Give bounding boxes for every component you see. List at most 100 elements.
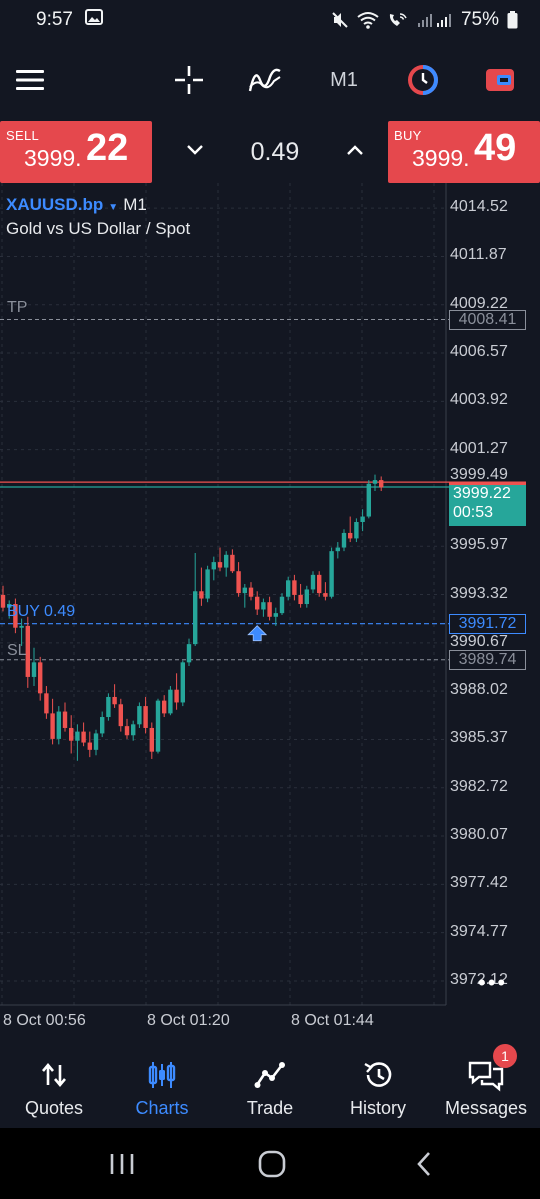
nav-quotes[interactable]: Quotes: [0, 1040, 108, 1130]
candle-body: [211, 562, 216, 570]
candle-body: [217, 562, 223, 568]
indicators-icon[interactable]: [239, 54, 291, 106]
candle-body: [155, 700, 161, 752]
timeframe-button[interactable]: M1: [318, 54, 370, 106]
candle-body: [168, 689, 173, 714]
trade-icon: [254, 1058, 286, 1092]
price-axis-label: 3988.02: [450, 681, 508, 699]
candle-body: [93, 733, 99, 750]
recent-apps-icon[interactable]: [102, 1146, 142, 1182]
candle-body: [87, 742, 92, 750]
candle-body: [44, 693, 49, 714]
candle-body: [162, 700, 167, 714]
candle-body: [0, 594, 6, 608]
trade-toggle-icon[interactable]: [474, 54, 526, 106]
candle-body: [131, 724, 136, 736]
candle-body: [81, 731, 86, 743]
battery-percent: 75%: [460, 9, 499, 30]
battery-icon: [507, 11, 518, 29]
price-axis-label: 4001.27: [450, 439, 508, 457]
home-icon[interactable]: [252, 1146, 292, 1182]
time-axis-label: 8 Oct 01:44: [291, 1012, 374, 1029]
candle-body: [279, 596, 285, 614]
candle-body: [224, 554, 229, 568]
sell-price-pips: 22: [86, 127, 129, 169]
candle-body: [230, 554, 235, 572]
buy-order-label[interactable]: BUY 0.49: [7, 603, 75, 621]
buy-entry-arrow-icon[interactable]: [247, 625, 268, 642]
lot-increase-icon[interactable]: [346, 143, 364, 161]
candle-body: [379, 480, 384, 488]
sell-price-main: 3999.: [24, 145, 82, 171]
price-chart[interactable]: XAUUSD.bp ▼ M1 Gold vs US Dollar / Spot …: [0, 183, 540, 1029]
candle-body: [62, 711, 68, 728]
system-navigation-bar: [0, 1128, 540, 1199]
price-axis-label: 3990.67: [450, 632, 508, 650]
tp-price-tag: 4008.41: [449, 309, 526, 330]
menu-icon[interactable]: [4, 54, 56, 106]
candle-body: [341, 532, 347, 548]
status-bar: 9:57 75%: [0, 0, 540, 40]
candle-body: [372, 480, 378, 484]
nav-messages[interactable]: 1 Messages: [432, 1040, 540, 1130]
candle-body: [100, 717, 105, 734]
candle-body: [193, 591, 198, 645]
history-icon: [362, 1058, 394, 1092]
nav-charts[interactable]: Charts: [108, 1040, 216, 1130]
symbol-header[interactable]: XAUUSD.bp ▼ M1: [6, 195, 147, 215]
candle-body: [112, 696, 117, 705]
lot-volume-input[interactable]: 0.49: [251, 138, 300, 167]
candle-body: [286, 580, 291, 597]
nav-messages-label: Messages: [444, 1098, 528, 1118]
one-click-trading-icon[interactable]: [397, 54, 449, 106]
symbol-description: Gold vs US Dollar / Spot: [6, 219, 191, 238]
price-axis-label: 3977.42: [450, 874, 508, 892]
candle-body: [298, 594, 303, 605]
wifi-icon: [357, 11, 379, 29]
candle-body: [118, 704, 123, 727]
buy-label: BUY: [394, 128, 422, 143]
symbol-name[interactable]: XAUUSD.bp: [6, 195, 103, 215]
price-axis-label: 3980.07: [450, 826, 508, 844]
nav-charts-label: Charts: [135, 1098, 189, 1118]
price-axis-label: 4011.87: [450, 246, 507, 264]
nav-trade[interactable]: Trade: [216, 1040, 324, 1130]
candle-body: [304, 589, 309, 605]
buy-button[interactable]: BUY 3999. 49: [388, 121, 540, 183]
buy-price-pips: 49: [474, 127, 517, 169]
candle-body: [273, 613, 278, 617]
nav-history-label: History: [349, 1098, 406, 1118]
status-time: 9:57: [36, 9, 73, 30]
buy-price-main: 3999.: [412, 145, 470, 171]
candle-body: [174, 689, 179, 703]
candle-body: [348, 532, 353, 539]
candle-body: [56, 711, 61, 739]
candle-body: [124, 726, 130, 736]
mute-icon: [331, 11, 349, 29]
candle-body: [366, 483, 371, 517]
candle-body: [137, 706, 142, 725]
back-icon[interactable]: [404, 1146, 444, 1182]
bottom-navigation: Quotes Charts Trade History 1 Messages: [0, 1040, 540, 1130]
price-axis-label: 3982.72: [450, 777, 508, 795]
candle-body: [242, 587, 247, 594]
lot-decrease-icon[interactable]: [186, 143, 204, 161]
candle-body: [329, 551, 334, 597]
candle-body: [19, 625, 24, 628]
candle-body: [31, 662, 37, 677]
candle-body: [323, 593, 328, 597]
candle-body: [292, 580, 297, 595]
bar-countdown: 00:53: [453, 504, 494, 522]
more-options-icon[interactable]: •••: [478, 970, 507, 996]
charts-icon: [147, 1058, 177, 1092]
symbol-dropdown-icon[interactable]: ▼: [108, 202, 118, 213]
crosshair-icon[interactable]: [163, 54, 215, 106]
nav-history[interactable]: History: [324, 1040, 432, 1130]
candle-body: [335, 547, 340, 552]
signal-icon: [417, 12, 453, 28]
sell-button[interactable]: SELL 3999. 22: [0, 121, 152, 183]
quotes-icon: [40, 1058, 68, 1092]
messages-badge: 1: [493, 1044, 517, 1068]
candle-body: [261, 602, 266, 610]
symbol-timeframe: M1: [123, 195, 147, 214]
